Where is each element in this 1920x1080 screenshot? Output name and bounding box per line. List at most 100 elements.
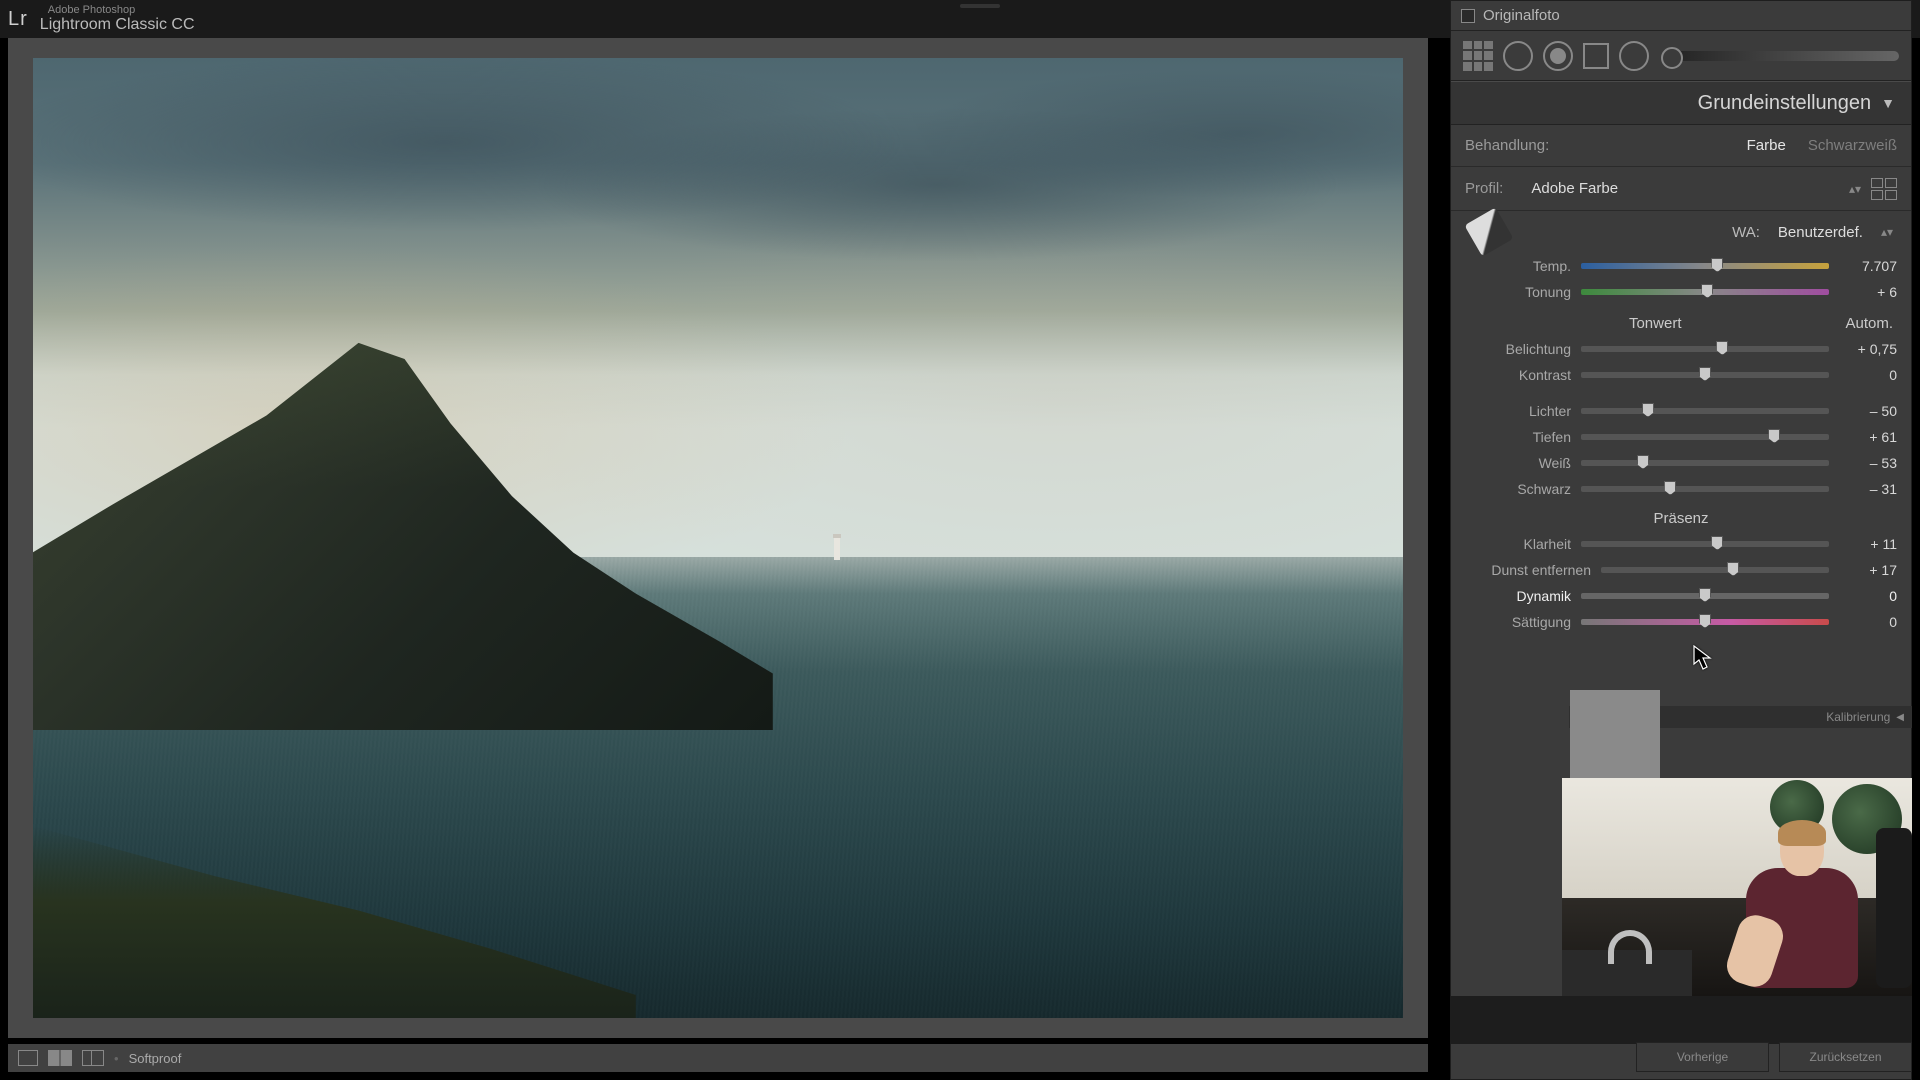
vibrance-value[interactable]: 0 <box>1839 588 1897 604</box>
dehaze-thumb[interactable] <box>1727 562 1739 576</box>
dehaze-track[interactable] <box>1601 567 1829 573</box>
tint-thumb[interactable] <box>1701 284 1713 298</box>
blacks-slider[interactable]: Schwarz – 31 <box>1451 476 1911 502</box>
contrast-label: Kontrast <box>1465 367 1571 383</box>
temp-track[interactable] <box>1581 263 1829 269</box>
shadows-thumb[interactable] <box>1768 429 1780 443</box>
profile-value[interactable]: Adobe Farbe <box>1531 180 1618 197</box>
treatment-color[interactable]: Farbe <box>1747 137 1786 154</box>
saturation-track[interactable] <box>1581 619 1829 625</box>
crop-tool-icon[interactable] <box>1463 41 1493 71</box>
highlights-value[interactable]: – 50 <box>1839 403 1897 419</box>
exposure-track[interactable] <box>1581 346 1829 352</box>
contrast-track[interactable] <box>1581 372 1829 378</box>
wb-updown-icon[interactable]: ▴▾ <box>1881 225 1893 239</box>
thumbnail-placeholder <box>1570 690 1660 778</box>
whites-thumb[interactable] <box>1637 455 1649 469</box>
temp-label: Temp. <box>1465 258 1571 274</box>
clarity-slider[interactable]: Klarheit + 11 <box>1451 531 1911 557</box>
tint-slider[interactable]: Tonung + 6 <box>1451 279 1911 305</box>
redeye-tool-icon[interactable] <box>1543 41 1573 71</box>
spot-tool-icon[interactable] <box>1503 41 1533 71</box>
view-split-icon[interactable] <box>48 1050 72 1066</box>
blacks-thumb[interactable] <box>1664 481 1676 495</box>
calibration-label: Kalibrierung <box>1826 710 1890 724</box>
temp-value[interactable]: 7.707 <box>1839 258 1897 274</box>
tone-head-label: Tonwert <box>1465 315 1845 332</box>
vibrance-thumb[interactable] <box>1699 588 1711 602</box>
vibrance-track[interactable] <box>1581 593 1829 599</box>
tint-track[interactable] <box>1581 289 1829 295</box>
exposure-thumb[interactable] <box>1716 341 1728 355</box>
clarity-thumb[interactable] <box>1711 536 1723 550</box>
treatment-bw[interactable]: Schwarzweiß <box>1808 137 1897 154</box>
highlights-thumb[interactable] <box>1642 403 1654 417</box>
dehaze-slider[interactable]: Dunst entfernen + 17 <box>1451 557 1911 583</box>
profile-label: Profil: <box>1465 180 1503 197</box>
saturation-thumb[interactable] <box>1699 614 1711 628</box>
panel-footer-dark <box>1450 996 1912 1044</box>
dehaze-value[interactable]: + 17 <box>1839 562 1897 578</box>
whites-label: Weiß <box>1465 455 1571 471</box>
profile-updown-icon[interactable]: ▴▾ <box>1849 182 1861 196</box>
contrast-slider[interactable]: Kontrast 0 <box>1451 362 1911 388</box>
whites-track[interactable] <box>1581 460 1829 466</box>
tone-auto-button[interactable]: Autom. <box>1845 315 1893 332</box>
brush-size-slider[interactable] <box>1665 51 1899 61</box>
app-vendor: Adobe Photoshop <box>48 4 195 16</box>
exposure-slider[interactable]: Belichtung + 0,75 <box>1451 336 1911 362</box>
shadows-label: Tiefen <box>1465 429 1571 445</box>
wb-mode[interactable]: Benutzerdef. <box>1778 224 1863 241</box>
photo-preview[interactable] <box>33 58 1403 1018</box>
view-single-icon[interactable] <box>18 1050 38 1066</box>
clarity-track[interactable] <box>1581 541 1829 547</box>
highlights-track[interactable] <box>1581 408 1829 414</box>
app-logo: Lr <box>8 8 28 31</box>
exposure-label: Belichtung <box>1465 341 1571 357</box>
whites-value[interactable]: – 53 <box>1839 455 1897 471</box>
separator: • <box>114 1051 119 1066</box>
gradient-tool-icon[interactable] <box>1583 43 1609 69</box>
shadows-slider[interactable]: Tiefen + 61 <box>1451 424 1911 450</box>
original-checkbox[interactable] <box>1461 9 1475 23</box>
dehaze-label: Dunst entfernen <box>1465 562 1591 578</box>
saturation-value[interactable]: 0 <box>1839 614 1897 630</box>
highlights-slider[interactable]: Lichter – 50 <box>1451 398 1911 424</box>
vibrance-label: Dynamik <box>1465 588 1571 604</box>
temp-thumb[interactable] <box>1711 258 1723 272</box>
previous-button[interactable]: Vorherige <box>1636 1042 1769 1072</box>
shadows-track[interactable] <box>1581 434 1829 440</box>
webcam-chair <box>1876 828 1912 988</box>
temp-slider[interactable]: Temp. 7.707 <box>1451 253 1911 279</box>
treatment-row: Behandlung: Farbe Schwarzweiß <box>1451 125 1911 167</box>
webcam-overlay <box>1562 778 1912 996</box>
profile-browser-icon[interactable] <box>1871 178 1897 200</box>
presence-subhead: Präsenz <box>1451 502 1911 531</box>
reset-button[interactable]: Zurücksetzen <box>1779 1042 1912 1072</box>
exposure-value[interactable]: + 0,75 <box>1839 341 1897 357</box>
saturation-slider[interactable]: Sättigung 0 <box>1451 609 1911 635</box>
vibrance-slider[interactable]: Dynamik 0 <box>1451 583 1911 609</box>
softproof-label[interactable]: Softproof <box>129 1051 182 1066</box>
whites-slider[interactable]: Weiß – 53 <box>1451 450 1911 476</box>
radial-tool-icon[interactable] <box>1619 41 1649 71</box>
shadows-value[interactable]: + 61 <box>1839 429 1897 445</box>
wb-picker-icon[interactable] <box>1464 207 1513 256</box>
view-compare-icon[interactable] <box>82 1050 104 1066</box>
clarity-value[interactable]: + 11 <box>1839 536 1897 552</box>
tint-value[interactable]: + 6 <box>1839 284 1897 300</box>
calibration-disclosure-icon: ◀ <box>1896 712 1904 723</box>
disclosure-triangle-icon: ▼ <box>1881 95 1895 111</box>
contrast-thumb[interactable] <box>1699 367 1711 381</box>
blacks-value[interactable]: – 31 <box>1839 481 1897 497</box>
blacks-label: Schwarz <box>1465 481 1571 497</box>
footer-buttons: Vorherige Zurücksetzen <box>1636 1042 1912 1072</box>
highlights-label: Lichter <box>1465 403 1571 419</box>
original-photo-row: Originalfoto <box>1451 1 1911 31</box>
original-checkbox-label: Originalfoto <box>1483 7 1560 24</box>
photo-lighthouse <box>834 538 840 560</box>
titlebar-grip-icon <box>960 4 1000 8</box>
basic-panel-header[interactable]: Grundeinstellungen ▼ <box>1451 81 1911 125</box>
blacks-track[interactable] <box>1581 486 1829 492</box>
contrast-value[interactable]: 0 <box>1839 367 1897 383</box>
